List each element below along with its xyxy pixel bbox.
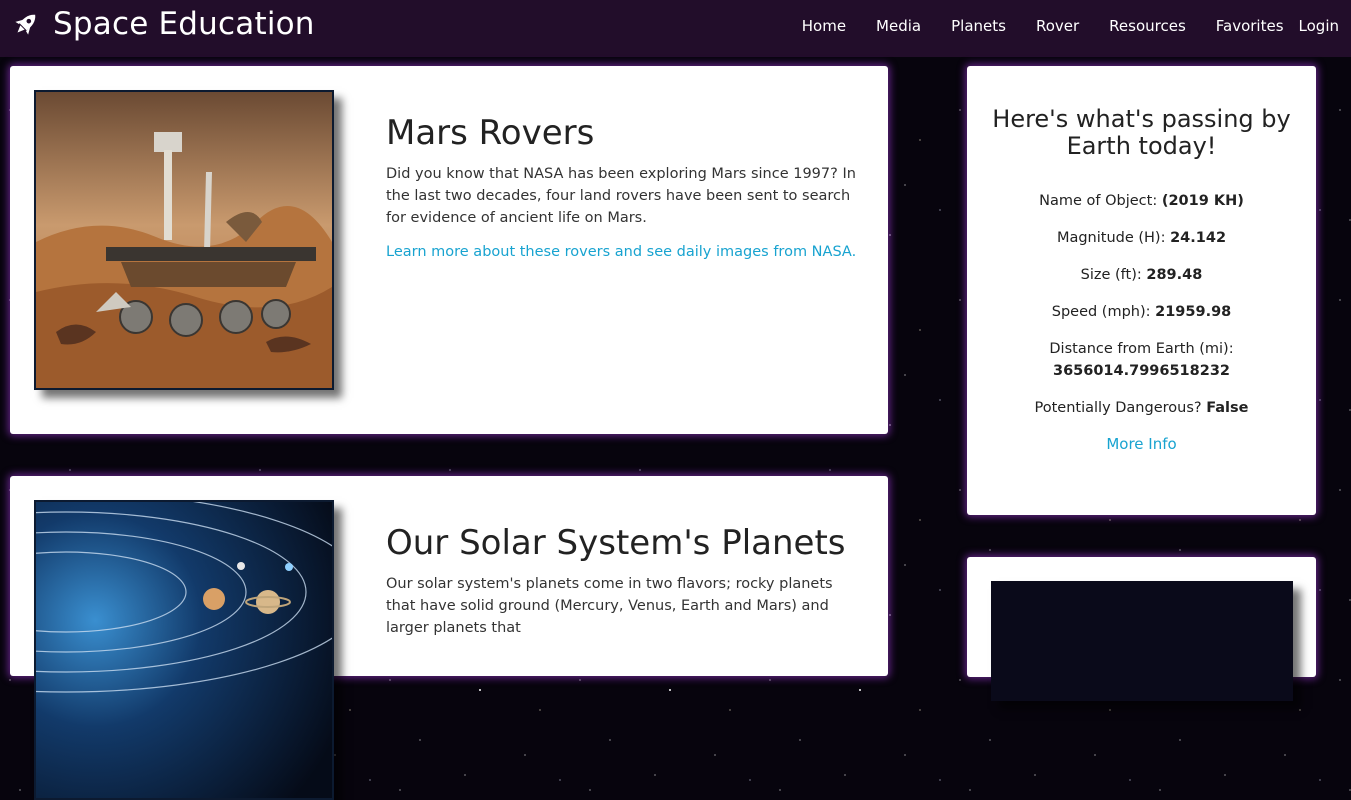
neo-name-label: Name of Object: [1039,193,1158,209]
solar-system-image [34,500,334,800]
mars-rover-image [34,90,334,390]
neo-danger-label: Potentially Dangerous? [1034,400,1202,416]
neo-distance: Distance from Earth (mi): 3656014.799651… [967,338,1316,382]
more-info-link[interactable]: More Info [967,435,1316,453]
planets-description: Our solar system's planets come in two f… [386,576,833,636]
planets-title: Our Solar System's Planets [386,523,846,563]
neo-speed-value: 21959.98 [1155,304,1232,320]
neo-speed: Speed (mph): 21959.98 [967,301,1316,323]
neo-distance-label: Distance from Earth (mi): [1049,341,1234,357]
neo-size: Size (ft): 289.48 [967,264,1316,286]
mars-rovers-link[interactable]: Learn more about these rovers and see da… [386,244,856,260]
planets-card: Our Solar System's Planets Our solar sys… [10,476,888,800]
mars-rovers-card: Mars Rovers Did you know that NASA has b… [10,66,888,434]
nav-links: Home Media Planets Rover Resources Favor… [772,17,1339,35]
neo-name-value: (2019 KH) [1161,193,1244,209]
neo-size-label: Size (ft): [1080,267,1142,283]
neo-size-value: 289.48 [1146,267,1203,283]
mars-rovers-title: Mars Rovers [386,113,595,153]
nav-resources[interactable]: Resources [1109,17,1186,35]
brand-title: Space Education [53,6,315,42]
neo-card: Here's what's passing by Earth today! Na… [967,66,1316,515]
navbar: Space Education Home Media Planets Rover… [0,0,1351,57]
nav-login[interactable]: Login [1299,17,1339,35]
neo-magnitude-label: Magnitude (H): [1056,230,1166,246]
nav-favorites[interactable]: Favorites [1216,17,1284,35]
neo-danger: Potentially Dangerous? False [967,397,1316,419]
rocket-icon [15,14,36,35]
neo-title: Here's what's passing by Earth today! [992,105,1291,160]
neo-danger-value: False [1206,400,1249,416]
neo-speed-label: Speed (mph): [1051,304,1151,320]
neo-magnitude-value: 24.142 [1170,230,1227,246]
neo-distance-value: 3656014.7996518232 [1052,363,1231,379]
nav-rover[interactable]: Rover [1036,17,1079,35]
media-card [967,557,1316,701]
nav-media[interactable]: Media [876,17,921,35]
neo-name: Name of Object: (2019 KH) [967,190,1316,212]
brand[interactable]: Space Education [12,6,315,42]
nav-planets[interactable]: Planets [951,17,1006,35]
media-image [991,581,1293,701]
neo-magnitude: Magnitude (H): 24.142 [967,227,1316,249]
nav-home[interactable]: Home [802,17,846,35]
mars-rovers-description: Did you know that NASA has been explorin… [386,166,856,226]
